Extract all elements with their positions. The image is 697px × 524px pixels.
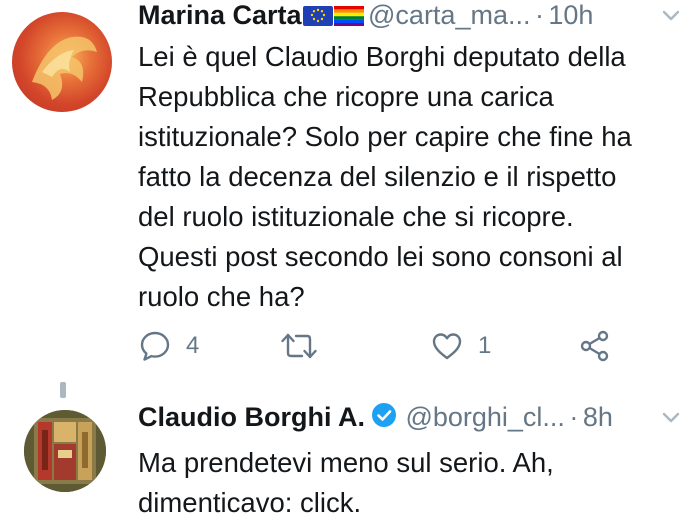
like-count: 1	[478, 332, 492, 359]
tweet-header: Claudio Borghi A. @borghi_cl... · 8h	[138, 402, 613, 434]
tweet-text-line: dimenticavo: click.	[138, 487, 362, 518]
tweet-text-line: Lei è quel Claudio Borghi deputato della	[138, 41, 626, 72]
tweet-text-line: Repubblica che ricopre una carica	[138, 81, 554, 112]
chevron-down-icon[interactable]	[659, 406, 683, 435]
timestamp[interactable]: 8h	[583, 402, 613, 432]
timestamp[interactable]: 10h	[548, 0, 593, 30]
tweet-actions: 4 1	[138, 326, 618, 366]
tweet-text-line: Ma prendetevi meno sul serio. Ah,	[138, 447, 554, 478]
retweet-icon	[281, 333, 317, 359]
tweet-text: Lei è quel Claudio Borghi deputato della…	[138, 37, 683, 317]
eu-flag-icon	[302, 5, 333, 27]
tweet-text-line: del ruolo istituzionale che si ricopre.	[138, 201, 574, 232]
handle[interactable]: @borghi_cl...	[405, 402, 564, 432]
separator: ·	[569, 402, 579, 432]
display-name[interactable]: Marina Carta	[138, 0, 302, 30]
reply-button[interactable]: 4	[138, 326, 199, 366]
share-button[interactable]	[578, 326, 612, 366]
share-icon	[580, 330, 609, 362]
reply-icon	[140, 331, 170, 361]
rainbow-flag-icon	[333, 5, 364, 27]
thread-connector	[60, 382, 66, 398]
avatar-art-icon	[24, 410, 106, 492]
heart-icon	[432, 333, 462, 360]
verified-badge-icon	[371, 402, 397, 433]
chevron-down-icon[interactable]	[659, 4, 683, 33]
tweet-text: Ma prendetevi meno sul serio. Ah, diment…	[138, 443, 683, 523]
retweet-button[interactable]	[280, 326, 318, 366]
handle[interactable]: @carta_ma...	[368, 0, 530, 30]
tweet[interactable]: Marina Carta @carta_ma... · 10h Lei è qu…	[0, 0, 697, 380]
avatar[interactable]	[12, 12, 112, 112]
tweet-text-line: ruolo che ha?	[138, 281, 305, 312]
tweet-text-line: Questi post secondo lei sono consoni al	[138, 241, 623, 272]
separator: ·	[534, 0, 544, 30]
avatar-art-icon	[32, 36, 97, 100]
tweet-header: Marina Carta @carta_ma... · 10h	[138, 0, 593, 32]
tweet[interactable]: Claudio Borghi A. @borghi_cl... · 8h Ma …	[0, 380, 697, 524]
reply-count: 4	[186, 332, 200, 359]
display-name[interactable]: Claudio Borghi A.	[138, 402, 365, 432]
like-button[interactable]: 1	[430, 326, 491, 366]
tweet-text-line: istituzionale? Solo per capire che fine …	[138, 121, 632, 152]
tweet-text-line: fatto la decenza del silenzio e il rispe…	[138, 161, 617, 192]
avatar[interactable]	[24, 410, 106, 492]
